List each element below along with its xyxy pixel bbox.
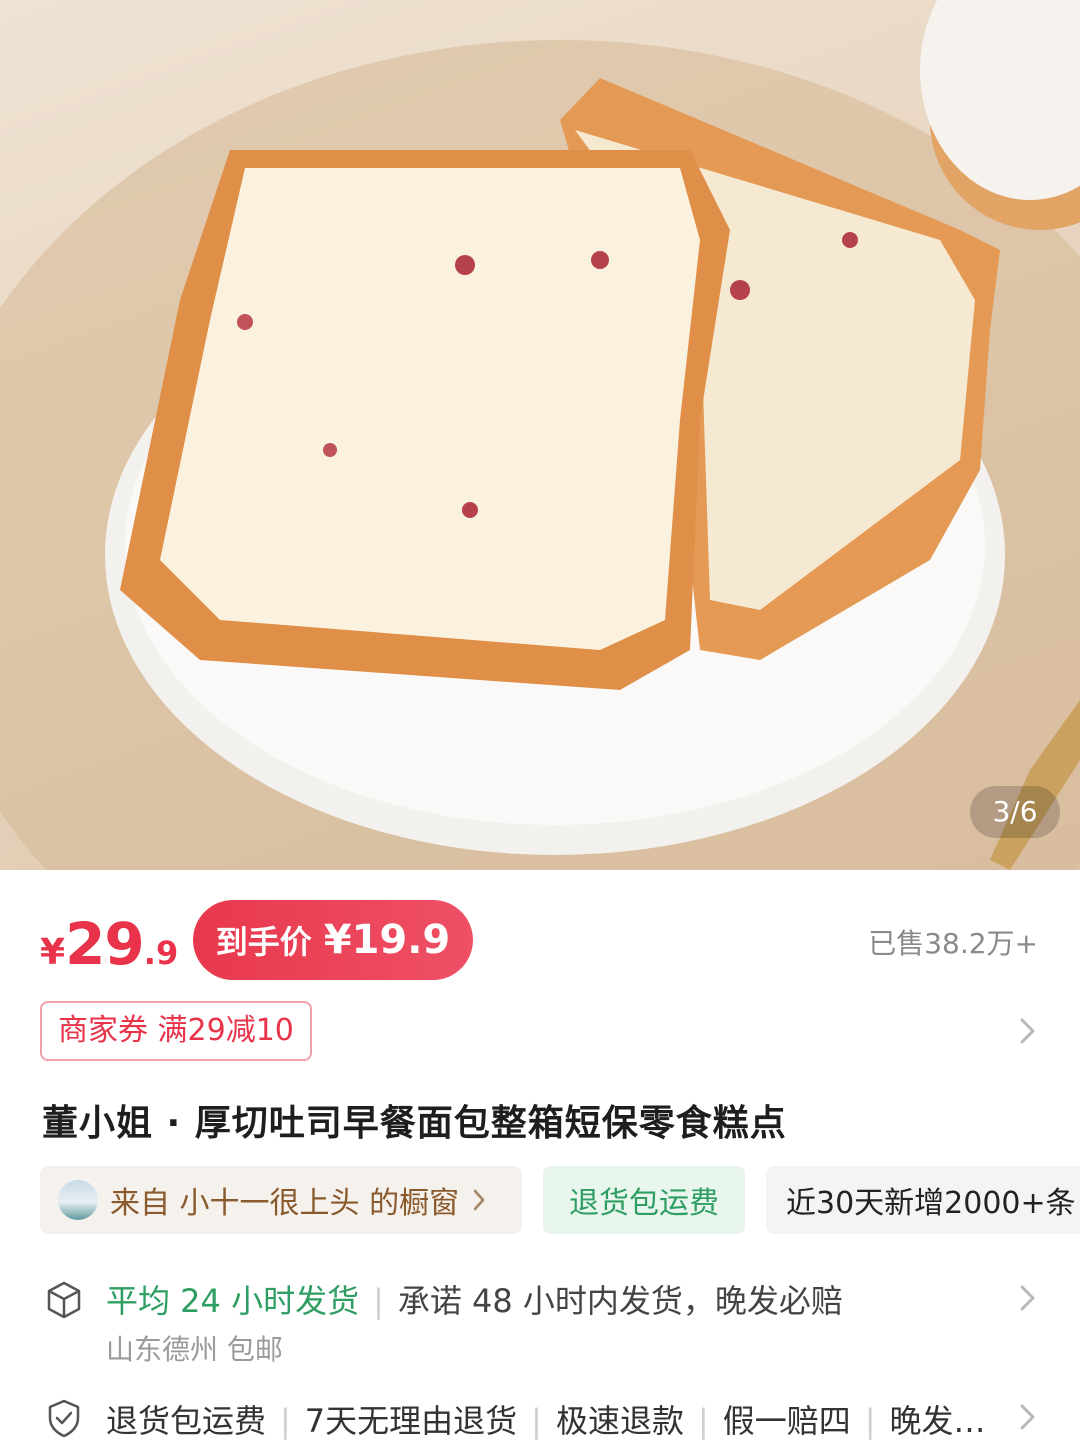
divider: | <box>864 1402 876 1440</box>
price-decimal: .9 <box>143 934 179 972</box>
divider: | <box>531 1402 542 1440</box>
merchant-coupon[interactable]: 商家券 满29减10 <box>40 1001 312 1061</box>
final-price-label: 到手价 <box>215 923 312 961</box>
box-icon <box>47 1281 81 1319</box>
service-item: 7天无理由退货 <box>304 1402 518 1440</box>
ship-origin: 山东德州 包邮 <box>106 1333 283 1366</box>
recent-reviews-chip[interactable]: 近30天新增2000+条 <box>766 1166 1080 1234</box>
service-item: 极速退款 <box>555 1402 684 1440</box>
shipping-info[interactable]: 平均 24 小时发货 | 承诺 48 小时内发货，晚发必赔 <box>106 1276 843 1322</box>
avatar <box>58 1180 98 1220</box>
product-title: 董小姐 · 厚切吐司早餐面包整箱短保零食糕点 <box>42 1103 787 1144</box>
avg-shipping-time: 平均 24 小时发货 <box>106 1282 360 1320</box>
divider: | <box>697 1402 709 1440</box>
shield-check-icon <box>48 1399 80 1438</box>
shipping-promise: 承诺 48 小时内发货，晚发必赔 <box>397 1282 843 1320</box>
price-integer: 29 <box>65 910 145 978</box>
product-photo <box>0 0 1080 870</box>
service-item: 晚发… <box>889 1402 986 1440</box>
service-guarantees[interactable]: 退货包运费 | 7天无理由退货 | 极速退款 | 假一赔四 | 晚发… <box>106 1396 986 1440</box>
sold-count: 已售38.2万+ <box>868 927 1038 960</box>
chevron-right-icon[interactable] <box>1016 1283 1040 1313</box>
source-showcase-label: 来自 小十一很上头 的橱窗 <box>110 1186 460 1221</box>
original-price: ¥29.9 <box>40 910 178 978</box>
currency-symbol: ¥ <box>40 932 66 973</box>
tag-chips: 来自 小十一很上头 的橱窗 退货包运费 近30天新增2000+条 <box>40 1166 1080 1236</box>
divider: | <box>373 1282 384 1320</box>
chevron-right-icon[interactable] <box>1016 1402 1040 1432</box>
service-item: 退货包运费 <box>106 1402 267 1440</box>
chevron-right-icon <box>473 1189 485 1211</box>
final-price-amount: ¥19.9 <box>323 917 451 963</box>
final-price-badge[interactable]: 到手价 ¥19.9 <box>193 900 473 980</box>
divider: | <box>280 1402 291 1440</box>
service-item: 假一赔四 <box>722 1402 851 1440</box>
product-image-gallery[interactable]: 3/6 <box>0 0 1080 870</box>
chevron-right-icon[interactable] <box>1016 1016 1040 1046</box>
source-showcase-chip[interactable]: 来自 小十一很上头 的橱窗 <box>40 1166 522 1234</box>
image-counter: 3/6 <box>970 786 1060 838</box>
price-row: ¥29.9 到手价 ¥19.9 已售38.2万+ <box>0 870 1080 1000</box>
refund-shipping-chip[interactable]: 退货包运费 <box>543 1166 745 1234</box>
